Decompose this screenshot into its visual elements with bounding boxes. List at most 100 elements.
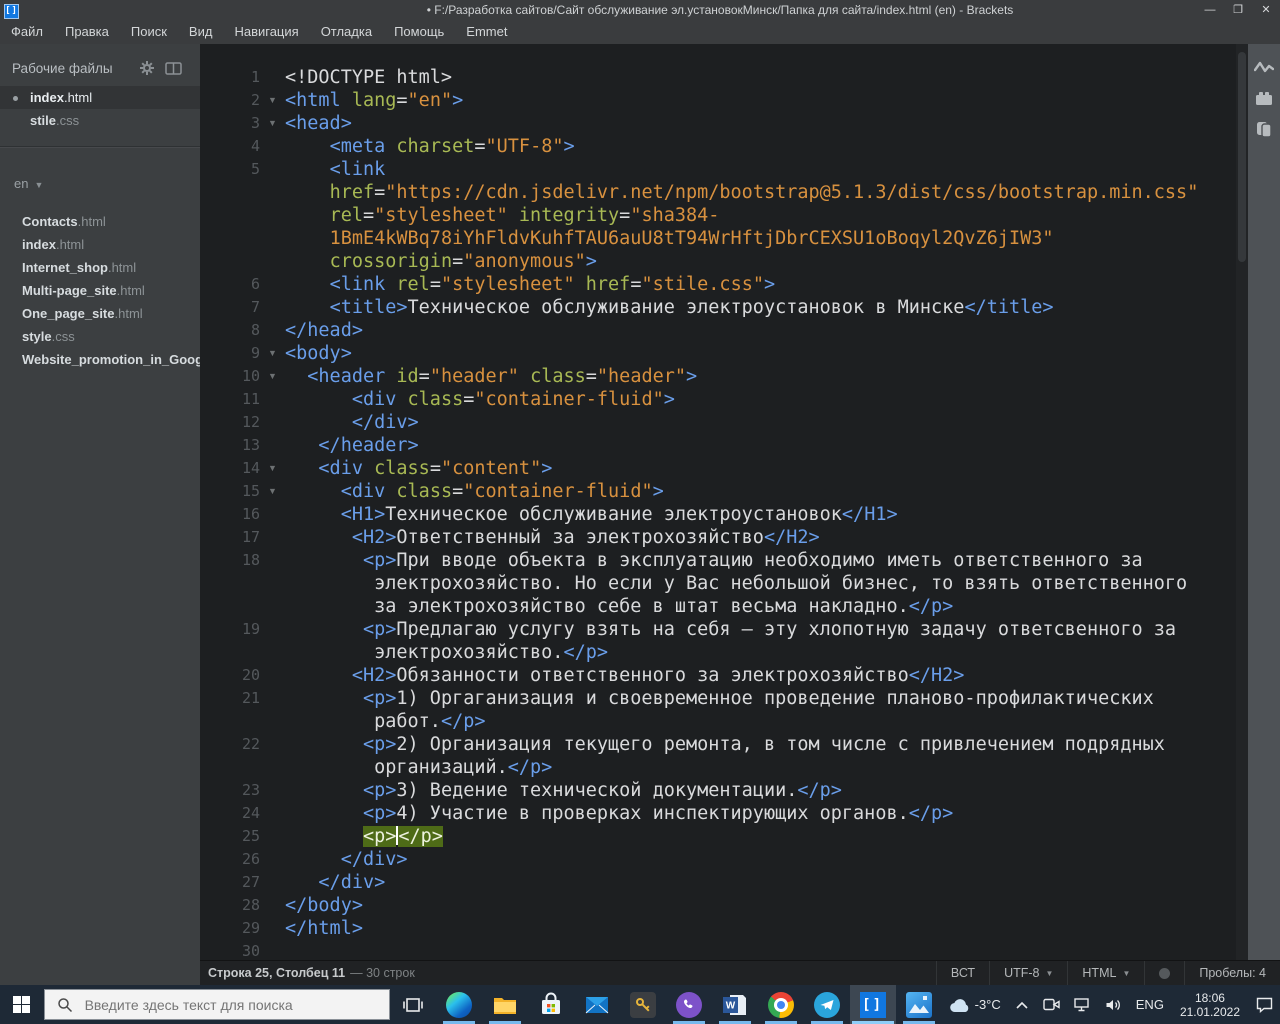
menu-view[interactable]: Вид xyxy=(178,20,224,44)
code-row[interactable]: 27 </div> xyxy=(200,871,1248,894)
code-row[interactable]: 25 <p> </p> xyxy=(200,825,1248,848)
code-row[interactable]: 8 </head> xyxy=(200,319,1248,342)
code-row[interactable]: 1BmE4kWBq78iYhFldvKuhfTAU6auU8tT94WrHftj… xyxy=(200,227,1248,250)
code-row[interactable]: 16 <H1>Техническое обслуживание электроу… xyxy=(200,503,1248,526)
taskbar-app-microsoft-store[interactable] xyxy=(528,985,574,1024)
code-row[interactable]: 6 <link rel="stylesheet" href="stile.css… xyxy=(200,273,1248,296)
code-row[interactable]: 11 <div class="container-fluid"> xyxy=(200,388,1248,411)
project-dropdown[interactable]: en ▼ xyxy=(0,172,200,196)
code-row[interactable]: работ.</p> xyxy=(200,710,1248,733)
editor-scrollbar[interactable] xyxy=(1236,44,1248,960)
task-view-button[interactable] xyxy=(390,985,436,1024)
taskbar-search[interactable] xyxy=(43,989,391,1020)
code-editor[interactable]: 1 <!DOCTYPE html> 2 ▼ <html lang="en"> 3 ▼ <hea… xyxy=(200,44,1248,960)
project-file[interactable]: Internet_shop.html xyxy=(0,256,200,279)
fold-arrow-icon[interactable]: ▼ xyxy=(260,342,285,365)
code-row[interactable]: 15 ▼ <div class="container-fluid"> xyxy=(200,480,1248,503)
menu-debug[interactable]: Отладка xyxy=(310,20,383,44)
taskbar-app-brackets[interactable]: [] xyxy=(849,985,896,1024)
tray-expand-button[interactable] xyxy=(1008,985,1036,1024)
minimize-button[interactable]: — xyxy=(1196,0,1224,20)
code-row[interactable]: 14 ▼ <div class="content"> xyxy=(200,457,1248,480)
meet-now-button[interactable] xyxy=(1036,985,1067,1024)
code-row[interactable]: 7 <title>Техническое обслуживание электр… xyxy=(200,296,1248,319)
menu-emmet[interactable]: Emmet xyxy=(455,20,518,44)
search-input[interactable] xyxy=(82,995,377,1014)
start-button[interactable] xyxy=(0,985,44,1024)
code-row[interactable]: crossorigin="anonymous"> xyxy=(200,250,1248,273)
working-file-index-html[interactable]: index.html xyxy=(0,86,200,109)
code-row[interactable]: 21 <p>1) Оргаганизация и своевременное п… xyxy=(200,687,1248,710)
language-indicator[interactable]: ENG xyxy=(1129,985,1171,1024)
fold-arrow-icon[interactable]: ▼ xyxy=(260,480,285,503)
taskbar-app-telegram[interactable] xyxy=(804,985,850,1024)
encoding-dropdown[interactable]: UTF-8 ▼ xyxy=(989,961,1067,985)
taskbar-app-edge[interactable] xyxy=(436,985,482,1024)
code-row[interactable]: 5 <link xyxy=(200,158,1248,181)
fold-arrow-icon[interactable]: ▼ xyxy=(260,89,285,112)
network-button[interactable] xyxy=(1067,985,1098,1024)
code-row[interactable]: rel="stylesheet" integrity="sha384- xyxy=(200,204,1248,227)
indent-setting[interactable]: Пробелы: 4 xyxy=(1184,961,1280,985)
menu-help[interactable]: Помощь xyxy=(383,20,455,44)
code-row[interactable]: за электрохозяйство себе в штат весьма н… xyxy=(200,595,1248,618)
code-row[interactable]: 10 ▼ <header id="header" class="header"> xyxy=(200,365,1248,388)
weather-widget[interactable]: -3°C xyxy=(942,985,1008,1024)
lint-status-indicator[interactable] xyxy=(1144,961,1184,985)
code-row[interactable]: организаций.</p> xyxy=(200,756,1248,779)
language-dropdown[interactable]: HTML ▼ xyxy=(1067,961,1144,985)
code-row[interactable]: 26 </div> xyxy=(200,848,1248,871)
taskbar-app-chrome[interactable] xyxy=(758,985,804,1024)
extension-manager-icon[interactable] xyxy=(1254,90,1274,106)
menu-edit[interactable]: Правка xyxy=(54,20,120,44)
taskbar-app-photos[interactable] xyxy=(896,985,942,1024)
project-file[interactable]: index.html xyxy=(0,233,200,256)
fold-arrow-icon[interactable]: ▼ xyxy=(260,457,285,480)
menu-find[interactable]: Поиск xyxy=(120,20,178,44)
close-button[interactable]: ✕ xyxy=(1252,0,1280,20)
maximize-button[interactable]: ❐ xyxy=(1224,0,1252,20)
menu-navigate[interactable]: Навигация xyxy=(223,20,309,44)
project-file[interactable]: Multi-page_site.html xyxy=(0,279,200,302)
code-row[interactable]: 28 </body> xyxy=(200,894,1248,917)
code-row[interactable]: 20 <H2>Обязанности ответственного за эле… xyxy=(200,664,1248,687)
taskbar-app-viber[interactable] xyxy=(666,985,712,1024)
scrollbar-thumb[interactable] xyxy=(1238,52,1246,262)
code-row[interactable]: 3 ▼ <head> xyxy=(200,112,1248,135)
code-row[interactable]: 30 xyxy=(200,940,1248,960)
project-file[interactable]: Website_promotion_in_Google.h xyxy=(0,348,200,371)
code-row[interactable]: 13 </header> xyxy=(200,434,1248,457)
code-row[interactable]: 1 <!DOCTYPE html> xyxy=(200,66,1248,89)
taskbar-app-file-explorer[interactable] xyxy=(482,985,528,1024)
gear-icon[interactable] xyxy=(139,60,155,76)
code-row[interactable]: 2 ▼ <html lang="en"> xyxy=(200,89,1248,112)
code-row[interactable]: 19 <p>Предлагаю услугу взять на себя — э… xyxy=(200,618,1248,641)
code-row[interactable]: 4 <meta charset="UTF-8"> xyxy=(200,135,1248,158)
action-center-button[interactable] xyxy=(1249,985,1280,1024)
clock[interactable]: 18:06 21.01.2022 xyxy=(1171,991,1249,1019)
project-file[interactable]: One_page_site.html xyxy=(0,302,200,325)
code-row[interactable]: 22 <p>2) Организация текущего ремонта, в… xyxy=(200,733,1248,756)
code-row[interactable]: 23 <p>3) Ведение технической документаци… xyxy=(200,779,1248,802)
code-row[interactable]: href="https://cdn.jsdelivr.net/npm/boots… xyxy=(200,181,1248,204)
code-row[interactable]: 24 <p>4) Участие в проверках инспектирую… xyxy=(200,802,1248,825)
taskbar-app-word[interactable]: W xyxy=(712,985,758,1024)
live-preview-icon[interactable] xyxy=(1254,60,1274,76)
code-row[interactable]: 12 </div> xyxy=(200,411,1248,434)
volume-button[interactable] xyxy=(1098,985,1129,1024)
working-file-stile-css[interactable]: stile.css xyxy=(0,109,200,132)
taskbar-app-mail[interactable] xyxy=(574,985,620,1024)
code-row[interactable]: 18 <p>При вводе объекта в эксплуатацию н… xyxy=(200,549,1248,572)
fold-arrow-icon[interactable]: ▼ xyxy=(260,112,285,135)
code-row[interactable]: 17 <H2>Ответственный за электрохозяйство… xyxy=(200,526,1248,549)
code-row[interactable]: 29 </html> xyxy=(200,917,1248,940)
overwrite-toggle[interactable]: ВСТ xyxy=(935,961,989,985)
documents-icon[interactable] xyxy=(1255,120,1273,138)
project-file[interactable]: Contacts.html xyxy=(0,210,200,233)
fold-arrow-icon[interactable]: ▼ xyxy=(260,365,285,388)
project-file[interactable]: style.css xyxy=(0,325,200,348)
split-view-icon[interactable] xyxy=(165,61,182,76)
code-row[interactable]: электрохозяйство.</p> xyxy=(200,641,1248,664)
code-row[interactable]: электрохозяйство. Но если у Вас небольшо… xyxy=(200,572,1248,595)
menu-file[interactable]: Файл xyxy=(0,20,54,44)
